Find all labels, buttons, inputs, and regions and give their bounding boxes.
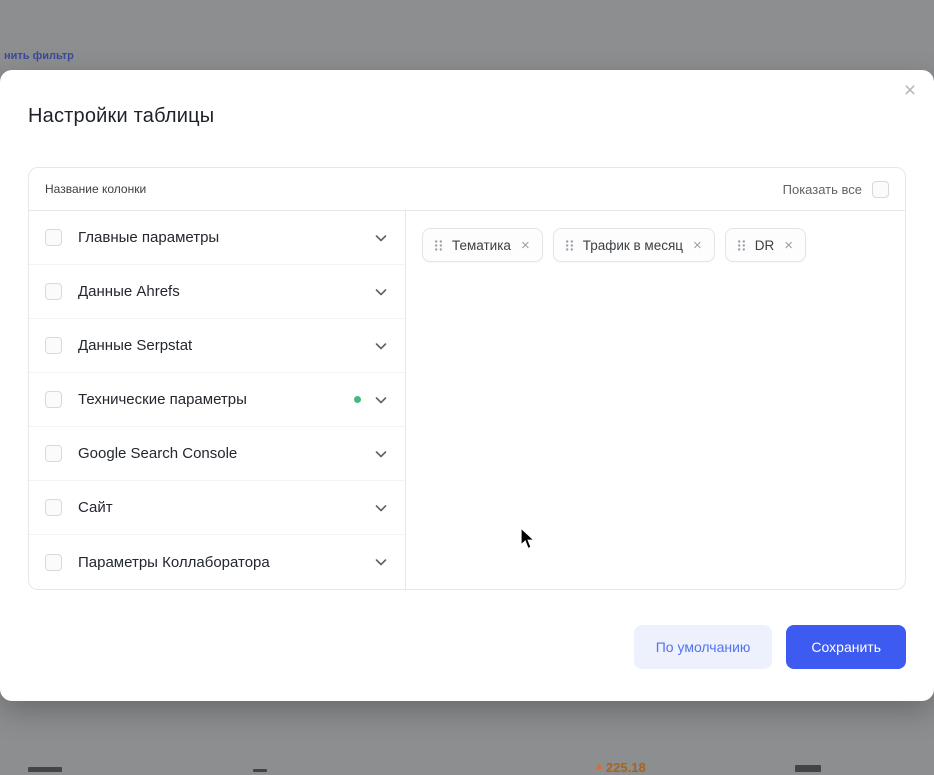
close-icon[interactable]: × <box>520 237 531 254</box>
category-label: Данные Ahrefs <box>78 283 180 300</box>
chip-label: Тематика <box>452 238 511 253</box>
chip-dr[interactable]: DR × <box>725 228 806 262</box>
table-settings-modal: × Настройки таблицы Название колонки Пок… <box>0 70 934 701</box>
modal-footer: По умолчанию Сохранить <box>634 625 906 669</box>
category-row-technical-params[interactable]: Технические параметры <box>29 373 405 427</box>
category-checkbox[interactable] <box>45 554 62 571</box>
category-list: Главные параметры Данные Ahrefs Данные S… <box>29 211 406 589</box>
chevron-down-icon[interactable] <box>373 284 389 300</box>
selected-columns-area: Тематика × Трафик в месяц × <box>406 211 905 589</box>
save-button[interactable]: Сохранить <box>786 625 906 669</box>
page: { "background": { "top_link": "нить филь… <box>0 0 934 772</box>
chevron-down-icon[interactable] <box>373 230 389 246</box>
category-label: Сайт <box>78 499 113 516</box>
category-row-site[interactable]: Сайт <box>29 481 405 535</box>
metric-value: 225.18 <box>606 760 646 775</box>
category-label: Параметры Коллаборатора <box>78 554 270 571</box>
category-row-ahrefs[interactable]: Данные Ahrefs <box>29 265 405 319</box>
page-title: Настройки таблицы <box>28 105 214 128</box>
chevron-down-icon[interactable] <box>373 500 389 516</box>
chip-tematika[interactable]: Тематика × <box>422 228 543 262</box>
chevron-down-icon[interactable] <box>373 554 389 570</box>
partial-content <box>28 767 62 772</box>
category-row-collaborator-params[interactable]: Параметры Коллаборатора <box>29 535 405 589</box>
show-all-checkbox[interactable] <box>872 181 889 198</box>
chevron-down-icon[interactable] <box>373 446 389 462</box>
category-checkbox[interactable] <box>45 499 62 516</box>
category-label: Данные Serpstat <box>78 337 192 354</box>
category-label: Google Search Console <box>78 445 237 462</box>
column-name-label: Название колонки <box>45 182 146 196</box>
close-icon[interactable]: × <box>692 237 703 254</box>
partial-content <box>795 765 821 772</box>
category-checkbox[interactable] <box>45 337 62 354</box>
columns-panel: Название колонки Показать все Главные па… <box>28 167 906 590</box>
category-checkbox[interactable] <box>45 283 62 300</box>
close-icon[interactable]: × <box>898 80 922 104</box>
chip-label: DR <box>755 238 775 253</box>
panel-body: Главные параметры Данные Ahrefs Данные S… <box>29 211 905 589</box>
chip-label: Трафик в месяц <box>583 238 683 253</box>
category-checkbox[interactable] <box>45 229 62 246</box>
drag-handle-icon[interactable] <box>434 239 443 252</box>
category-row-serpstat[interactable]: Данные Serpstat <box>29 319 405 373</box>
default-button[interactable]: По умолчанию <box>634 625 773 669</box>
show-all-toggle[interactable]: Показать все <box>783 181 889 198</box>
category-checkbox[interactable] <box>45 391 62 408</box>
active-indicator-dot <box>354 396 361 403</box>
panel-header: Название колонки Показать все <box>29 168 905 211</box>
background-metric: ▲ 225.18 <box>594 760 646 775</box>
background-filter-link[interactable]: нить фильтр <box>4 50 74 62</box>
category-label: Главные параметры <box>78 229 219 246</box>
drag-handle-icon[interactable] <box>737 239 746 252</box>
category-row-google-search-console[interactable]: Google Search Console <box>29 427 405 481</box>
category-checkbox[interactable] <box>45 445 62 462</box>
category-row-main-params[interactable]: Главные параметры <box>29 211 405 265</box>
chip-traffic[interactable]: Трафик в месяц × <box>553 228 715 262</box>
drag-handle-icon[interactable] <box>565 239 574 252</box>
close-icon[interactable]: × <box>783 237 794 254</box>
chevron-down-icon[interactable] <box>373 392 389 408</box>
chevron-down-icon[interactable] <box>373 338 389 354</box>
category-label: Технические параметры <box>78 391 247 408</box>
show-all-label: Показать все <box>783 182 862 197</box>
